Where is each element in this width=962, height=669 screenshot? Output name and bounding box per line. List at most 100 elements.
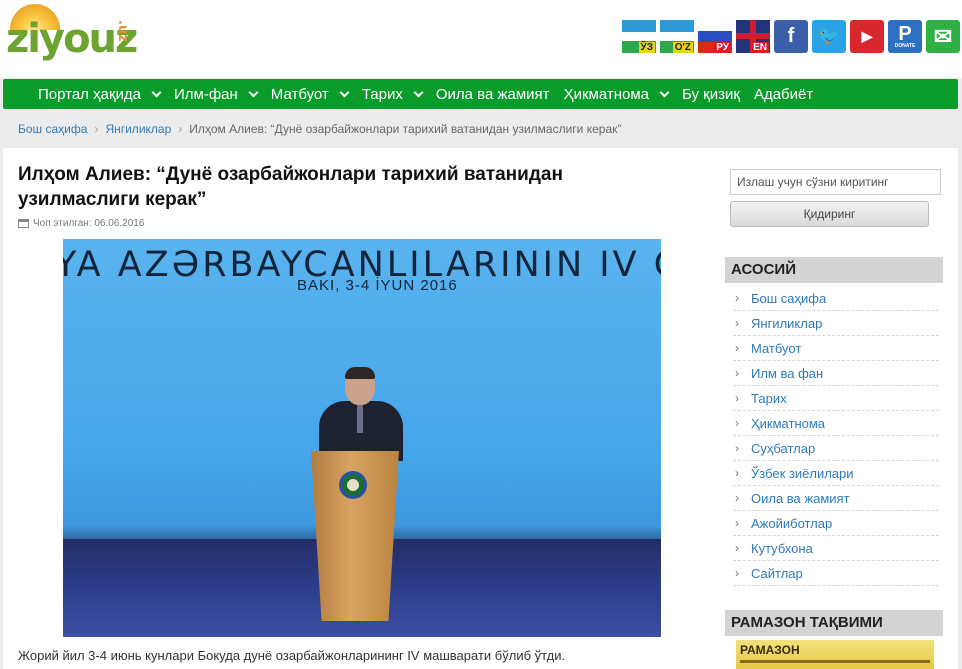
sidebar-item[interactable]: › Матбуот bbox=[733, 336, 939, 361]
nav-item-portal[interactable]: Портал ҳақида bbox=[38, 85, 162, 103]
nav-item-literature[interactable]: Адабиёт bbox=[754, 86, 813, 103]
photo-subtitle: BAKI, 3-4 İYUN 2016 bbox=[297, 277, 458, 294]
sidebar-item[interactable]: › Тарих bbox=[733, 386, 939, 411]
chevron-right-icon: › bbox=[178, 122, 183, 136]
ramazon-banner-text: РАМАЗОН bbox=[740, 643, 800, 657]
chevron-down-icon bbox=[413, 87, 424, 97]
chevron-down-icon bbox=[248, 87, 259, 97]
sidebar-menu: › Бош саҳифа › Янгиликлар › Матбуот › Илм ва… bbox=[733, 286, 939, 586]
chevron-down-icon bbox=[151, 87, 162, 97]
nav-item-history[interactable]: Тарих bbox=[361, 85, 424, 103]
mail-icon[interactable]: ✉ bbox=[926, 20, 960, 53]
article-meta: Чоп этилган: 06.06.2016 bbox=[18, 218, 144, 229]
nav-label: Портал ҳақида bbox=[38, 85, 141, 103]
article-photo: YA AZƏRBAYCANLILARININ IV QU BAKI, 3-4 İ… bbox=[63, 239, 661, 637]
speaker-figure bbox=[319, 367, 403, 461]
chevron-right-icon: › bbox=[735, 391, 739, 405]
nav-item-wisdom[interactable]: Ҳикматнома bbox=[563, 85, 670, 103]
speaker-tie bbox=[357, 405, 363, 433]
breadcrumb-home[interactable]: Бош саҳифа bbox=[18, 122, 87, 136]
sidebar-item[interactable]: › Янгиликлар bbox=[733, 311, 939, 336]
chevron-down-icon bbox=[339, 87, 350, 97]
chevron-right-icon: › bbox=[735, 316, 739, 330]
sidebar-item-label: Оила ва жамият bbox=[751, 490, 850, 506]
chevron-right-icon: › bbox=[735, 341, 739, 355]
search-input[interactable] bbox=[730, 169, 941, 195]
content-card: Илҳом Алиев: “Дунё озарбайжонлари тарихи… bbox=[3, 148, 958, 669]
calendar-icon bbox=[18, 219, 29, 228]
breadcrumb-current: Илҳом Алиев: “Дунё озарбайжонлари тарихи… bbox=[189, 122, 622, 136]
sidebar-item[interactable]: › Ўзбек зиёлилари bbox=[733, 461, 939, 486]
speaker-hair bbox=[345, 367, 375, 379]
chevron-right-icon: › bbox=[735, 291, 739, 305]
paypal-donate-icon[interactable]: P DONATE bbox=[888, 20, 922, 53]
chevron-right-icon: › bbox=[735, 516, 739, 530]
breadcrumb-section[interactable]: Янгиликлар bbox=[105, 122, 171, 136]
chevron-down-icon bbox=[659, 87, 670, 97]
chevron-right-icon: › bbox=[735, 366, 739, 380]
sidebar-item[interactable]: › Бош саҳифа bbox=[733, 286, 939, 311]
sidebar-item[interactable]: › Илм ва фан bbox=[733, 361, 939, 386]
donate-label: DONATE bbox=[894, 42, 916, 49]
sidebar-item[interactable]: › Кутубхона bbox=[733, 536, 939, 561]
nav-item-interesting[interactable]: Бу қизиқ bbox=[682, 86, 740, 103]
sidebar-item-label: Ўзбек зиёлилари bbox=[751, 465, 854, 481]
uzbek-latin-flag-icon[interactable]: O'Z bbox=[660, 20, 694, 53]
sidebar-item-label: Сайтлар bbox=[751, 565, 803, 581]
sidebar-heading-main: АСОСИЙ bbox=[725, 257, 943, 283]
ramazon-calendar-banner[interactable]: РАМАЗОН bbox=[736, 640, 934, 669]
sidebar-item-label: Бош саҳифа bbox=[751, 290, 827, 306]
sidebar-item[interactable]: › Сайтлар bbox=[733, 561, 939, 586]
twitter-icon[interactable]: 🐦 bbox=[812, 20, 846, 53]
header-icons: ЎЗ O'Z РУ EN f 🐦 ▶ P DONATE ✉ bbox=[622, 20, 960, 53]
nav-label: Матбуот bbox=[270, 85, 329, 103]
sidebar-item[interactable]: › Ҳикматнома bbox=[733, 411, 939, 436]
uzbek-cyrillic-flag-icon[interactable]: ЎЗ bbox=[622, 20, 656, 53]
nav-item-family[interactable]: Оила ва жамият bbox=[436, 86, 550, 103]
sidebar-item-label: Ажойиботлар bbox=[751, 515, 833, 531]
english-flag-icon[interactable]: EN bbox=[736, 20, 770, 53]
chevron-right-icon: › bbox=[735, 466, 739, 480]
flag-label: EN bbox=[751, 42, 769, 53]
nav-label: Тарих bbox=[361, 85, 403, 103]
chevron-right-icon: › bbox=[735, 541, 739, 555]
sidebar-item-label: Матбуот bbox=[751, 340, 802, 356]
sidebar-item-label: Илм ва фан bbox=[751, 365, 824, 381]
breadcrumb: Бош саҳифа › Янгиликлар › Илҳом Алиев: “… bbox=[18, 122, 621, 136]
chevron-right-icon: › bbox=[735, 566, 739, 580]
nav-item-science[interactable]: Илм-фан bbox=[173, 85, 259, 103]
youtube-icon[interactable]: ▶ bbox=[850, 20, 884, 53]
site-header: ziyouz .uz ЎЗ O'Z РУ EN f 🐦 ▶ P DONATE ✉ bbox=[0, 0, 962, 78]
sidebar-item[interactable]: › Оила ва жамият bbox=[733, 486, 939, 511]
article-title: Илҳом Алиев: “Дунё озарбайжонлари тарихи… bbox=[18, 164, 563, 210]
sidebar-item-label: Ҳикматнома bbox=[751, 415, 826, 431]
facebook-icon[interactable]: f bbox=[774, 20, 808, 53]
logo-tld: .uz bbox=[115, 20, 130, 42]
flag-label: РУ bbox=[714, 42, 731, 53]
sidebar-item[interactable]: › Ажойиботлар bbox=[733, 511, 939, 536]
flag-label: O'Z bbox=[672, 42, 693, 53]
sidebar-item[interactable]: › Суҳбатлар bbox=[733, 436, 939, 461]
chevron-right-icon: › bbox=[94, 122, 99, 136]
nav-item-press[interactable]: Матбуот bbox=[270, 85, 350, 103]
search-button[interactable]: Қидиринг bbox=[730, 201, 929, 227]
sidebar-item-label: Кутубхона bbox=[751, 540, 813, 556]
nav-label: Ҳикматнома bbox=[563, 85, 649, 103]
russian-flag-icon[interactable]: РУ bbox=[698, 20, 732, 53]
chevron-right-icon: › bbox=[735, 491, 739, 505]
sidebar-item-label: Тарих bbox=[751, 390, 787, 406]
chevron-right-icon: › bbox=[735, 416, 739, 430]
article-lead: Жорий йил 3-4 июнь кунлари Бокуда дунё о… bbox=[18, 648, 566, 663]
nav-label: Илм-фан bbox=[173, 85, 238, 103]
page: ziyouz .uz ЎЗ O'Z РУ EN f 🐦 ▶ P DONATE ✉ … bbox=[0, 0, 962, 669]
sidebar-item-label: Суҳбатлар bbox=[751, 440, 816, 456]
chevron-right-icon: › bbox=[735, 441, 739, 455]
sidebar-heading-calendar: РАМАЗОН ТАҚВИМИ bbox=[725, 610, 943, 636]
banner-decoration bbox=[740, 660, 930, 663]
sidebar-item-label: Янгиликлар bbox=[751, 315, 823, 331]
main-nav: Портал ҳақида Илм-фан Матбуот Тарих Оила… bbox=[3, 79, 958, 109]
site-logo[interactable]: ziyouz .uz bbox=[4, 2, 154, 72]
flag-label: ЎЗ bbox=[638, 42, 655, 53]
nav-label: Адабиёт bbox=[753, 85, 814, 103]
nav-label: Бу қизиқ bbox=[682, 85, 740, 103]
